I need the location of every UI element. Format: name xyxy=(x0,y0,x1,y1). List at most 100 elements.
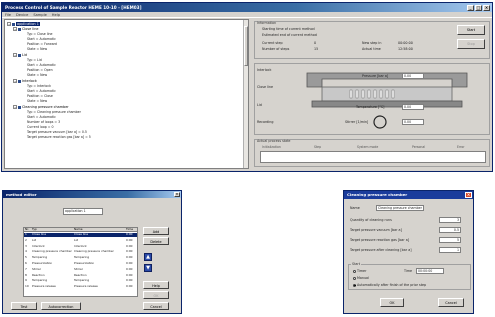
main-title-bar[interactable]: Process Control of Sample Reactor HEME 1… xyxy=(2,3,492,12)
cancel-button[interactable]: Cancel xyxy=(438,298,464,307)
menu-device[interactable]: Device xyxy=(16,12,28,17)
start-button[interactable]: Start xyxy=(457,25,485,35)
table-row[interactable]: 3 Interlock Interlock 0:00 xyxy=(24,245,137,249)
reaction-gas-field[interactable]: 5 xyxy=(439,237,461,243)
cell-time: 0:00 xyxy=(126,250,133,254)
steps-table[interactable]: Nr. Typ Name Time 1 Close line Close line 0… xyxy=(23,227,138,297)
tree-prop: Position = Open xyxy=(27,68,53,72)
information-label: Information xyxy=(257,21,277,25)
quantity-field[interactable]: 3 xyxy=(439,217,461,223)
move-up-icon[interactable]: ▲ xyxy=(144,253,152,261)
ok-button[interactable]: OK xyxy=(380,298,404,307)
step-icon xyxy=(18,105,21,109)
after-cleaning-label: Target pressure after cleaning [bar a] xyxy=(350,248,412,252)
radio-selected-icon[interactable] xyxy=(353,283,356,287)
table-row[interactable]: 8 Reaction Reaction 0:00 xyxy=(24,274,137,278)
cell-name: Cleaning pressure chamber xyxy=(74,250,114,254)
cell-name: Reaction xyxy=(74,273,87,277)
stirrer-icon xyxy=(373,115,387,129)
close-button[interactable]: × xyxy=(483,4,490,11)
tree-prop: State = New xyxy=(27,47,48,51)
menu-file[interactable]: File xyxy=(5,12,11,17)
help-button[interactable]: Help xyxy=(143,281,169,289)
state-col-error: Error xyxy=(457,145,465,149)
autocorrection-button[interactable]: Autocorrection xyxy=(41,302,81,310)
scrollbar-thumb[interactable] xyxy=(244,26,248,66)
cell-nr: 3 xyxy=(25,244,27,248)
method-tree[interactable]: − application 1 − Close line Typ = Close l… xyxy=(4,19,249,169)
close-icon[interactable]: × xyxy=(174,192,180,197)
step-icon xyxy=(18,79,21,83)
stirrer-label: Stirrer [1/min] xyxy=(345,120,369,124)
cell-time: 0:00 xyxy=(126,233,133,236)
cell-nr: 8 xyxy=(25,273,27,277)
table-row[interactable]: 7 Stirrer Stirrer 0:00 xyxy=(24,268,137,272)
lid-label: Lid xyxy=(257,103,262,107)
tree-prop: Start = Automatic xyxy=(27,115,56,119)
tree-prop: State = New xyxy=(27,99,48,103)
collapse-icon[interactable]: − xyxy=(7,22,11,26)
cell-typ: Reaction xyxy=(32,273,45,277)
move-down-icon[interactable]: ▼ xyxy=(144,264,152,272)
collapse-icon[interactable]: − xyxy=(13,79,17,83)
after-cleaning-field[interactable]: 1 xyxy=(439,247,461,253)
vacuum-field[interactable]: 0.5 xyxy=(439,227,461,233)
time-label: Time xyxy=(404,269,413,273)
auto-option[interactable]: Automatically after finish of the prior … xyxy=(353,283,426,287)
cell-name: Stirrer xyxy=(74,267,84,271)
timer-option[interactable]: Timer xyxy=(353,269,366,273)
minimize-button[interactable]: _ xyxy=(467,4,474,11)
tree-node-label: application 1 xyxy=(16,22,40,26)
tree-node-close-line[interactable]: − Close line xyxy=(13,27,38,31)
cleaning-name-field[interactable]: Cleaning pressure chamber xyxy=(376,205,424,211)
radio-icon[interactable] xyxy=(353,276,356,280)
ok-button[interactable]: OK xyxy=(143,291,169,299)
cleaning-title-bar[interactable]: Cleaning pressure chamber × xyxy=(344,191,473,199)
tree-prop: Start = Automatic xyxy=(27,89,56,93)
table-row[interactable]: 9 Tempering Tempering 0:00 xyxy=(24,279,137,283)
current-step-value: 0 xyxy=(314,41,317,45)
cell-time: 0:00 xyxy=(126,279,133,283)
add-button[interactable]: Add xyxy=(143,227,169,235)
tree-node-lid[interactable]: − Lid xyxy=(13,53,27,57)
tree-node-cleaning[interactable]: − Cleaning pressure chamber xyxy=(13,105,69,109)
table-row[interactable]: 4 Cleaning pressure chamber Cleaning press… xyxy=(24,250,137,254)
close-icon[interactable]: × xyxy=(465,192,472,198)
close-line-label: Close line xyxy=(257,85,273,89)
collapse-icon[interactable]: − xyxy=(13,105,17,109)
table-row[interactable]: 5 Tempering Tempering 0:00 xyxy=(24,256,137,260)
cell-typ: Pressurization xyxy=(32,262,53,265)
collapse-icon[interactable]: − xyxy=(13,27,17,31)
stirrer-field: 0.00 xyxy=(402,119,424,125)
tree-scrollbar[interactable] xyxy=(243,20,248,168)
cell-name: Close line xyxy=(74,233,89,236)
editor-title-bar[interactable]: method editor × xyxy=(3,191,181,198)
collapse-icon[interactable]: − xyxy=(13,53,17,57)
menu-sample[interactable]: Sample xyxy=(33,12,46,17)
table-row[interactable]: 1 Close line Close line 0:00 xyxy=(24,233,137,237)
cell-nr: 2 xyxy=(25,238,27,242)
table-row[interactable]: 6 Pressurization Pressurization 0:00 xyxy=(24,262,137,266)
menu-help[interactable]: Help xyxy=(52,12,60,17)
cancel-button[interactable]: Cancel xyxy=(143,302,169,310)
tree-node-interlock[interactable]: − Interlock xyxy=(13,79,37,83)
cleaning-dialog: Cleaning pressure chamber × Name Cleanin… xyxy=(343,190,474,314)
stop-button[interactable]: Stop xyxy=(457,39,485,49)
tree-node-application[interactable]: − application 1 xyxy=(7,22,40,26)
editor-title: method editor xyxy=(6,192,37,197)
maximize-button[interactable]: □ xyxy=(475,4,482,11)
cell-nr: 5 xyxy=(25,256,27,260)
test-button[interactable]: Test xyxy=(11,302,37,310)
delete-button[interactable]: Delete xyxy=(143,237,169,245)
time-field[interactable]: 00:00:00 xyxy=(416,268,444,274)
radio-icon[interactable] xyxy=(353,269,356,273)
table-row[interactable]: 2 Lid Lid 0:00 xyxy=(24,239,137,243)
manual-option[interactable]: Manual xyxy=(353,276,369,280)
method-name-field[interactable]: application 1 xyxy=(63,208,103,215)
cell-nr: 1 xyxy=(25,233,27,236)
current-step-label: Current step xyxy=(262,41,283,45)
tree-prop: Current loop = 0 xyxy=(27,125,54,129)
table-row[interactable]: 10 Pressure release Pressure release 0:00 xyxy=(24,285,137,289)
cell-time: 0:00 xyxy=(126,273,133,277)
pressure-field: 0.00 xyxy=(402,73,424,79)
